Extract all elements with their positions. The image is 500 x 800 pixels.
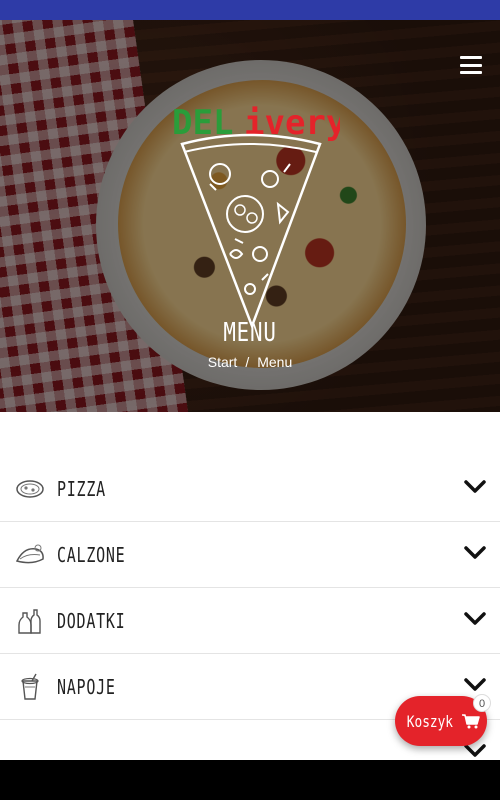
category-row-dodatki[interactable]: DODATKI: [0, 588, 500, 654]
hamburger-icon[interactable]: [460, 56, 482, 74]
category-label: DODATKI: [57, 608, 126, 633]
cart-icon: [461, 714, 480, 729]
chevron-down-icon[interactable]: [464, 678, 486, 692]
category-label: PIZZA: [57, 476, 106, 501]
drink-cup-icon: [13, 672, 47, 702]
page-title: MENU: [223, 318, 277, 348]
cart-count-badge: 0: [473, 694, 491, 712]
calzone-icon: [13, 540, 47, 570]
pizza-icon: [13, 474, 47, 504]
breadcrumb-home[interactable]: Start: [208, 354, 238, 370]
cart-label: Koszyk: [406, 711, 454, 731]
breadcrumb-separator: /: [245, 354, 250, 370]
category-row-calzone[interactable]: CALZONE: [0, 522, 500, 588]
category-label: NAPOJE: [57, 674, 116, 699]
hero-banner: DEL ivery MENU Start / Menu: [0, 20, 500, 412]
breadcrumb-current: Menu: [257, 354, 293, 370]
status-bar: [0, 0, 500, 20]
chevron-down-icon[interactable]: [464, 546, 486, 560]
chevron-down-icon[interactable]: [464, 480, 486, 494]
bottles-icon: [13, 606, 47, 636]
breadcrumb: Start / Menu: [0, 354, 500, 370]
category-label: CALZONE: [57, 542, 126, 567]
navigation-bar: [0, 760, 500, 800]
category-row-pizza[interactable]: PIZZA: [0, 456, 500, 522]
delivery-logo: DEL ivery: [172, 104, 340, 330]
chevron-down-icon[interactable]: [464, 744, 486, 758]
chevron-down-icon[interactable]: [464, 612, 486, 626]
cart-button[interactable]: Koszyk 0: [395, 694, 491, 746]
